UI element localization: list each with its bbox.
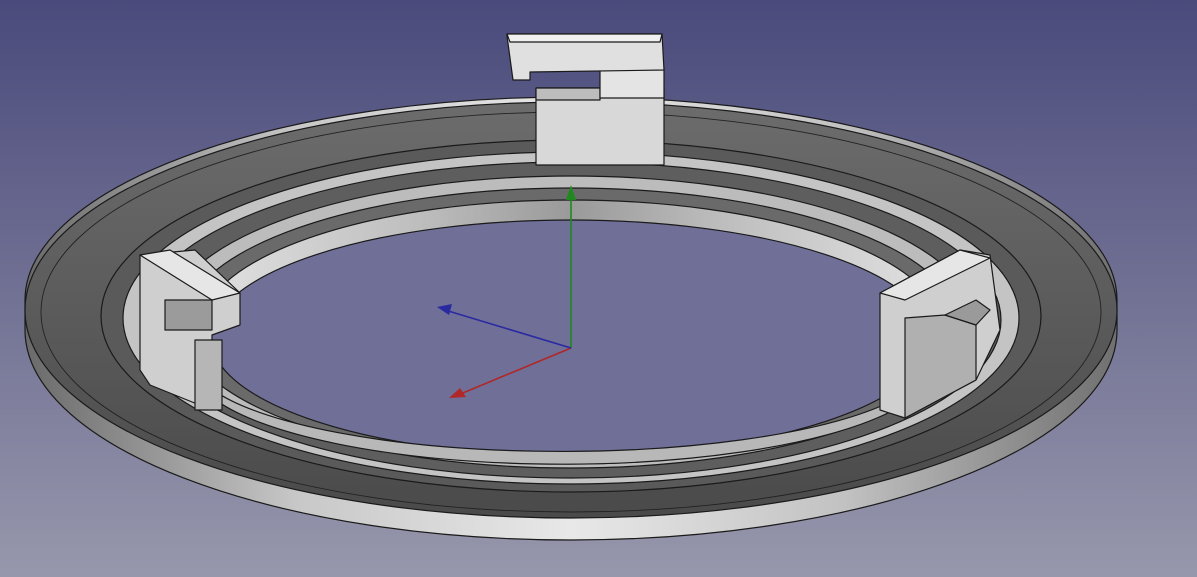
3d-scene[interactable]: [0, 0, 1197, 577]
3d-viewport[interactable]: [0, 0, 1197, 577]
